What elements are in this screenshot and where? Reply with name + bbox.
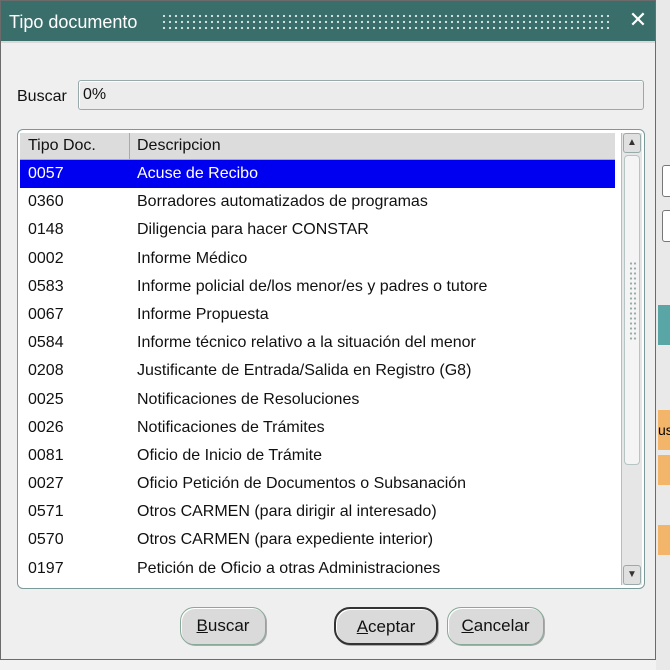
dialog-title: Tipo documento	[9, 11, 144, 33]
dialog-titlebar[interactable]: Tipo documento ✕	[1, 1, 655, 41]
accept-button-label: ceptar	[368, 617, 416, 636]
list-item-code: 0570	[28, 531, 64, 549]
background-tab-label: us	[658, 422, 670, 438]
list-item-description: Notificaciones de Resoluciones	[137, 390, 360, 408]
list-header: Tipo Doc. Descripcion	[20, 133, 615, 160]
scrollbar-thumb[interactable]	[624, 155, 640, 465]
search-input[interactable]	[78, 80, 644, 110]
search-button[interactable]: Buscar	[180, 607, 266, 645]
list-item[interactable]: 0025 Notificaciones de Resoluciones	[20, 386, 615, 414]
search-label: Buscar	[17, 88, 67, 105]
column-header-descripcion[interactable]: Descripcion	[130, 133, 615, 159]
list-item-description: Acuse de Recibo	[137, 165, 258, 182]
scrollbar-grip-icon	[629, 261, 637, 341]
list-item-description: Informe Propuesta	[137, 305, 269, 323]
titlebar-grip	[161, 13, 609, 30]
list-item-code: 0057	[28, 165, 64, 182]
search-mnemonic: B	[196, 616, 208, 635]
list-item[interactable]: 0081 Oficio de Inicio de Trámite	[20, 442, 615, 470]
list-item-description: Diligencia para hacer CONSTAR	[137, 221, 369, 239]
list-item[interactable]: 0002 Informe Médico	[20, 245, 615, 273]
list-item[interactable]: 0583 Informe policial de/los menor/es y p…	[20, 273, 615, 301]
list-item-description: Petición de Oficio a otras Administracio…	[137, 559, 441, 577]
background-panel	[658, 305, 670, 345]
scroll-down-icon[interactable]: ▼	[623, 565, 641, 585]
list-item[interactable]: 0027 Oficio Petición de Documentos o Subs…	[20, 470, 615, 498]
background-cell	[658, 455, 670, 485]
list-item[interactable]: 0057 Acuse de Recibo	[20, 160, 615, 189]
cancel-button[interactable]: Cancelar	[447, 607, 544, 645]
list-item[interactable]: 0067 Informe Propuesta	[20, 301, 615, 329]
list-item-code: 0208	[28, 362, 64, 380]
list-item[interactable]: 0197 Petición de Oficio a otras Administr…	[20, 555, 615, 583]
list-item-code: 0027	[28, 475, 64, 493]
list-rows: 0057 Acuse de Recibo 0360 Borradores automa…	[20, 160, 615, 583]
tipo-documento-dialog: Tipo documento ✕ Buscar Tipo Doc. Descri…	[0, 0, 656, 660]
background-field	[662, 210, 670, 242]
vertical-scrollbar[interactable]: ▲ ▼	[621, 133, 642, 585]
list-item-code: 0002	[28, 249, 64, 267]
list-item-code: 0583	[28, 277, 64, 295]
list-item[interactable]: 0208 Justificante de Entrada/Salida en Re…	[20, 357, 615, 385]
list-item[interactable]: 0571 Otros CARMEN (para dirigir al intere…	[20, 498, 615, 526]
list-item-description: Oficio Petición de Documentos o Subsanac…	[137, 475, 467, 493]
background-tab: us	[658, 410, 670, 450]
list-item-description: Informe técnico relativo a la situación …	[137, 334, 476, 352]
list-item-code: 0026	[28, 418, 64, 436]
list-item-description: Oficio de Inicio de Trámite	[137, 446, 322, 464]
list-item-code: 0197	[28, 559, 64, 577]
list-item-code: 0081	[28, 446, 64, 464]
list-item-description: Informe policial de/los menor/es y padre…	[137, 277, 488, 295]
search-button-label: uscar	[207, 616, 250, 635]
list-item-code: 0025	[28, 390, 64, 408]
list-item-description: Notificaciones de Trámites	[137, 418, 325, 436]
list-item-code: 0360	[28, 193, 64, 211]
list-item-code: 0148	[28, 221, 64, 239]
scroll-up-icon[interactable]: ▲	[623, 133, 641, 153]
background-field	[662, 165, 670, 197]
cancel-mnemonic: C	[461, 616, 474, 635]
list-item[interactable]: 0026 Notificaciones de Trámites	[20, 414, 615, 442]
list-item[interactable]: 0148 Diligencia para hacer CONSTAR	[20, 216, 615, 244]
list-item[interactable]: 0584 Informe técnico relativo a la situac…	[20, 329, 615, 357]
titlebar-divider	[1, 41, 655, 43]
list-item-description: Justificante de Entrada/Salida en Regist…	[137, 362, 472, 380]
accept-button[interactable]: Aceptar	[334, 607, 438, 645]
accept-mnemonic: A	[356, 617, 369, 636]
cancel-button-label: ancelar	[473, 616, 530, 635]
list-item-code: 0571	[28, 503, 64, 521]
background-cell	[658, 525, 670, 555]
document-type-list: Tipo Doc. Descripcion 0057 Acuse de Recib…	[17, 129, 645, 589]
close-icon[interactable]: ✕	[627, 9, 649, 31]
column-header-tipo-doc[interactable]: Tipo Doc.	[20, 133, 130, 159]
list-item-description: Otros CARMEN (para dirigir al interesado…	[137, 503, 437, 521]
list-item-code: 0067	[28, 305, 64, 323]
list-item-description: Borradores automatizados de programas	[137, 193, 428, 211]
list-item-description: Informe Médico	[137, 249, 248, 267]
list-item[interactable]: 0360 Borradores automatizados de programa…	[20, 188, 615, 216]
list-item-code: 0584	[28, 334, 64, 352]
list-item-description: Otros CARMEN (para expediente interior)	[137, 531, 434, 549]
list-item[interactable]: 0570 Otros CARMEN (para expediente interi…	[20, 526, 615, 554]
